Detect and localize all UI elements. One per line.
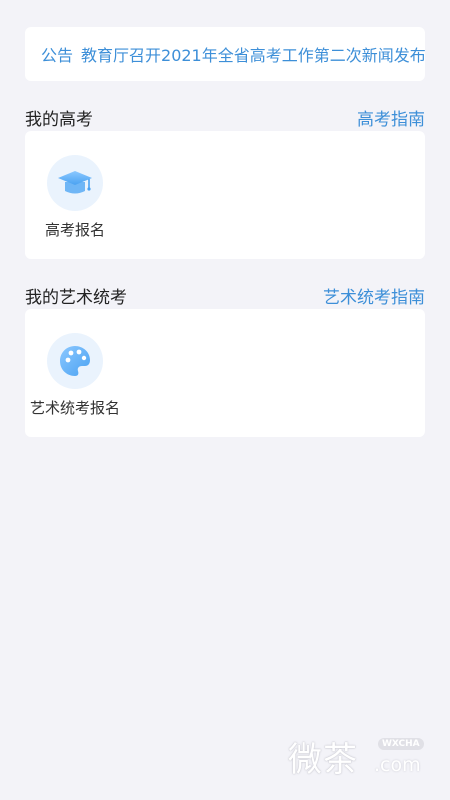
gaokao-section-header: 我的高考 高考指南 <box>25 102 425 132</box>
art-exam-section-title: 我的艺术统考 <box>25 287 127 308</box>
gaokao-section-title: 我的高考 <box>25 109 93 130</box>
art-exam-section-header: 我的艺术统考 艺术统考指南 <box>25 280 425 310</box>
gaokao-card: 高考报名 <box>25 131 425 259</box>
art-exam-card: 艺术统考报名 <box>25 309 425 437</box>
art-exam-guide-link[interactable]: 艺术统考指南 <box>323 283 425 308</box>
notice-tag: 公告 <box>41 46 74 65</box>
gaokao-guide-link[interactable]: 高考指南 <box>357 105 425 130</box>
graduation-cap-icon <box>47 155 103 211</box>
watermark-domain: .com <box>374 754 421 776</box>
palette-icon <box>47 333 103 389</box>
art-exam-register-tile[interactable]: 艺术统考报名 <box>25 333 125 418</box>
watermark: 微茶 WXCHA .com <box>288 732 438 780</box>
gaokao-register-label: 高考报名 <box>44 221 105 239</box>
watermark-badge: WXCHA <box>378 738 424 750</box>
gaokao-register-tile[interactable]: 高考报名 <box>33 155 117 240</box>
notice-text[interactable]: 教育厅召开2021年全省高考工作第二次新闻发布会 <box>81 42 425 66</box>
watermark-logo-text: 微茶 <box>288 740 358 780</box>
art-exam-register-label: 艺术统考报名 <box>29 399 120 417</box>
notice-bar[interactable]: 公告 教育厅召开2021年全省高考工作第二次新闻发布会 <box>25 27 425 81</box>
